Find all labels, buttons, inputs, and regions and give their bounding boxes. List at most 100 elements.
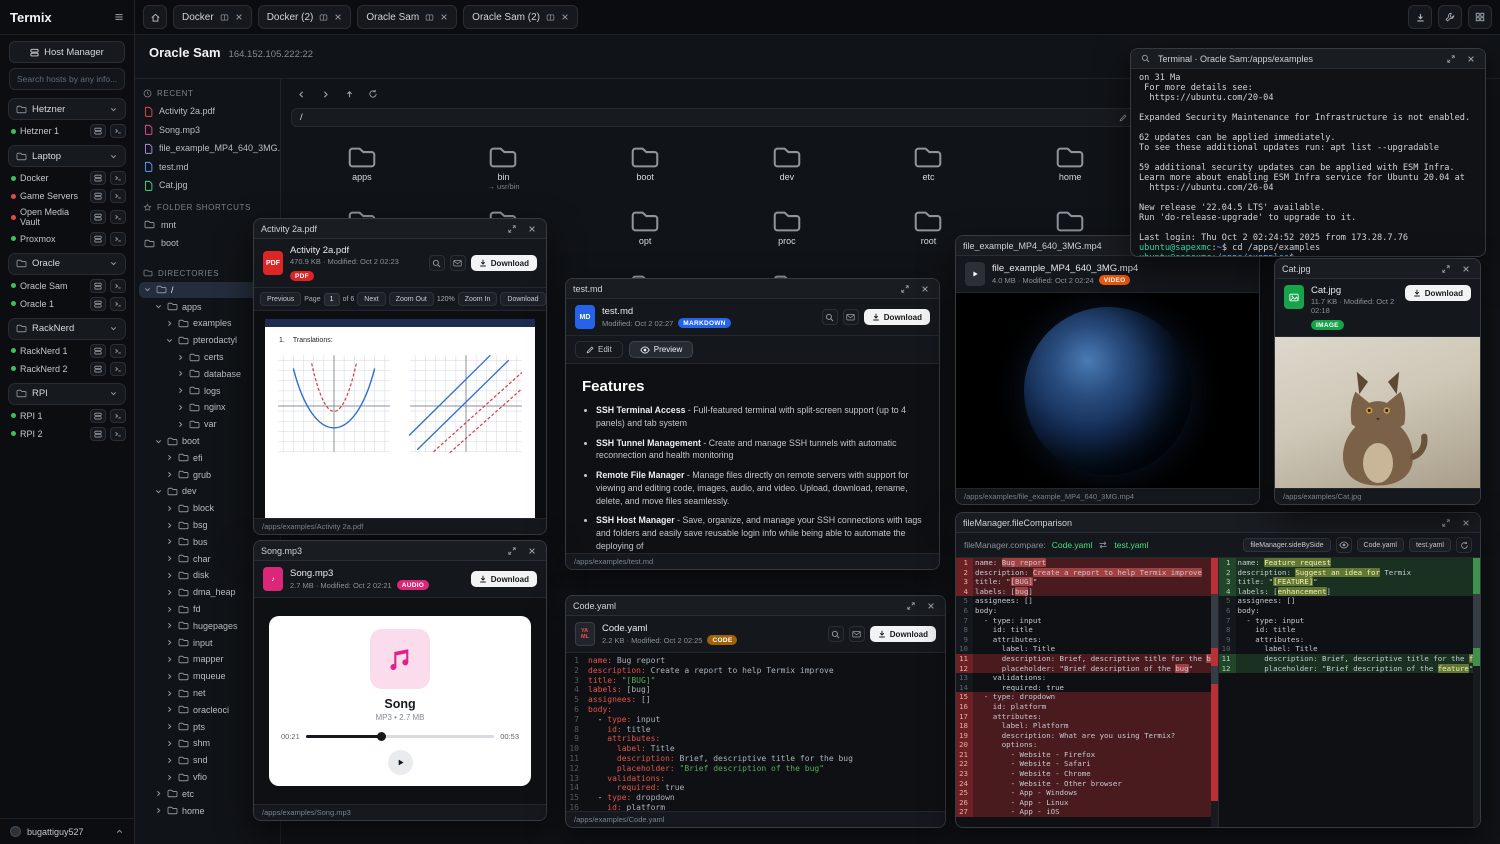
slider-knob[interactable] [377, 732, 386, 741]
chevron-right-icon[interactable] [165, 773, 174, 782]
file-manager-icon[interactable] [90, 210, 106, 224]
file-grid-folder[interactable]: boot [574, 139, 716, 199]
file-manager-icon[interactable] [90, 171, 106, 185]
window-titlebar[interactable]: Code.yaml [566, 596, 945, 616]
download-button[interactable]: Download [1405, 285, 1471, 301]
close-icon[interactable] [1459, 516, 1473, 530]
swap-icon[interactable] [1098, 541, 1108, 549]
terminal-icon[interactable] [110, 124, 126, 138]
chevron-right-icon[interactable] [165, 571, 174, 580]
host-item[interactable]: Hetzner 1 [8, 124, 126, 138]
terminal-icon[interactable] [110, 210, 126, 224]
seek-slider[interactable] [306, 735, 494, 738]
recent-file[interactable]: Activity 2a.pdf [135, 102, 280, 121]
chevron-right-icon[interactable] [165, 588, 174, 597]
expand-icon[interactable] [904, 599, 918, 613]
chevron-right-icon[interactable] [165, 638, 174, 647]
chevron-down-icon[interactable] [154, 487, 163, 496]
chevron-right-icon[interactable] [165, 756, 174, 765]
chevron-right-icon[interactable] [165, 504, 174, 513]
chevron-right-icon[interactable] [165, 655, 174, 664]
chevron-down-icon[interactable] [154, 437, 163, 446]
markdown-preview[interactable]: Features SSH Terminal Access - Full-feat… [566, 364, 939, 553]
window-titlebar[interactable]: Terminal · Oracle Sam:/apps/examples [1131, 49, 1485, 69]
file-grid-folder[interactable]: dev [716, 139, 858, 199]
recent-file[interactable]: Song.mp3 [135, 121, 280, 140]
edit-path-icon[interactable] [1119, 114, 1127, 122]
recent-file[interactable]: test.md [135, 158, 280, 177]
terminal-icon[interactable] [110, 297, 126, 311]
zoom-out-button[interactable]: Zoom Out [389, 292, 434, 306]
file-manager-icon[interactable] [90, 427, 106, 441]
terminal-icon[interactable] [110, 232, 126, 246]
expand-icon[interactable] [1439, 516, 1453, 530]
download-button[interactable]: Download [870, 626, 936, 642]
split-icon[interactable] [319, 13, 328, 22]
download-button[interactable]: Download [471, 571, 537, 587]
eye-icon[interactable] [1336, 537, 1352, 553]
file-manager-icon[interactable] [90, 362, 106, 376]
side-by-side-button[interactable]: fileManager.sideBySide [1243, 538, 1330, 552]
path-bar[interactable]: / [291, 108, 1136, 127]
chevron-right-icon[interactable] [165, 689, 174, 698]
terminal-icon[interactable] [110, 171, 126, 185]
chevron-right-icon[interactable] [176, 353, 185, 362]
chevron-right-icon[interactable] [165, 319, 174, 328]
close-icon[interactable] [334, 13, 342, 21]
forward-icon[interactable] [315, 85, 335, 103]
pdf-page-view[interactable]: 1. Translations: [254, 311, 546, 518]
user-row[interactable]: bugattiguy527 [0, 818, 134, 844]
host-search-input[interactable] [9, 68, 125, 90]
host-item[interactable]: RPI 2 [8, 427, 126, 441]
chevron-right-icon[interactable] [165, 453, 174, 462]
terminal-icon[interactable] [110, 279, 126, 293]
terminal-icon[interactable] [110, 189, 126, 203]
split-icon[interactable] [546, 13, 555, 22]
close-icon[interactable] [525, 222, 539, 236]
search-icon[interactable] [828, 626, 844, 642]
chevron-right-icon[interactable] [165, 537, 174, 546]
download-button[interactable]: Download [471, 255, 537, 271]
diff-minimap-right[interactable] [1473, 558, 1480, 827]
search-icon[interactable] [1138, 52, 1152, 66]
search-icon[interactable] [822, 309, 838, 325]
host-group-header[interactable]: Oracle [8, 253, 126, 275]
recent-file[interactable]: file_example_MP4_640_3MG... [135, 139, 280, 158]
expand-icon[interactable] [898, 282, 912, 296]
chevron-right-icon[interactable] [165, 672, 174, 681]
session-tab[interactable]: Oracle Sam [357, 5, 457, 29]
file-manager-icon[interactable] [90, 189, 106, 203]
right-file-button[interactable]: test.yaml [1409, 538, 1451, 552]
chevron-down-icon[interactable] [115, 827, 124, 836]
home-tab-button[interactable] [143, 5, 167, 29]
previous-page-button[interactable]: Previous [260, 292, 301, 306]
download-button[interactable]: Download [864, 309, 930, 325]
sidebar-collapse-icon[interactable] [114, 13, 124, 21]
next-page-button[interactable]: Next [357, 292, 385, 306]
window-titlebar[interactable]: Song.mp3 [254, 541, 546, 561]
play-button[interactable] [388, 750, 413, 775]
mail-icon[interactable] [843, 309, 859, 325]
host-item[interactable]: Game Servers [8, 189, 126, 203]
file-manager-icon[interactable] [90, 279, 106, 293]
chevron-right-icon[interactable] [165, 554, 174, 563]
search-icon[interactable] [429, 255, 445, 271]
chevron-right-icon[interactable] [176, 420, 185, 429]
terminal-output[interactable]: on 31 Ma For more details see: https://u… [1131, 69, 1485, 256]
terminal-icon[interactable] [110, 344, 126, 358]
file-manager-icon[interactable] [90, 344, 106, 358]
window-titlebar[interactable]: test.md [566, 279, 939, 299]
expand-icon[interactable] [505, 222, 519, 236]
chevron-down-icon[interactable] [143, 285, 152, 294]
refresh-icon[interactable] [363, 85, 383, 103]
chevron-right-icon[interactable] [154, 806, 163, 815]
host-item[interactable]: Oracle 1 [8, 297, 126, 311]
file-grid-folder[interactable]: apps [291, 139, 433, 199]
host-item[interactable]: Proxmox [8, 232, 126, 246]
video-view[interactable] [956, 293, 1259, 488]
close-icon[interactable] [1459, 262, 1473, 276]
host-item[interactable]: Open Media Vault [8, 207, 126, 228]
host-group-header[interactable]: RackNerd [8, 318, 126, 340]
host-item[interactable]: Docker [8, 171, 126, 185]
up-directory-icon[interactable] [339, 85, 359, 103]
